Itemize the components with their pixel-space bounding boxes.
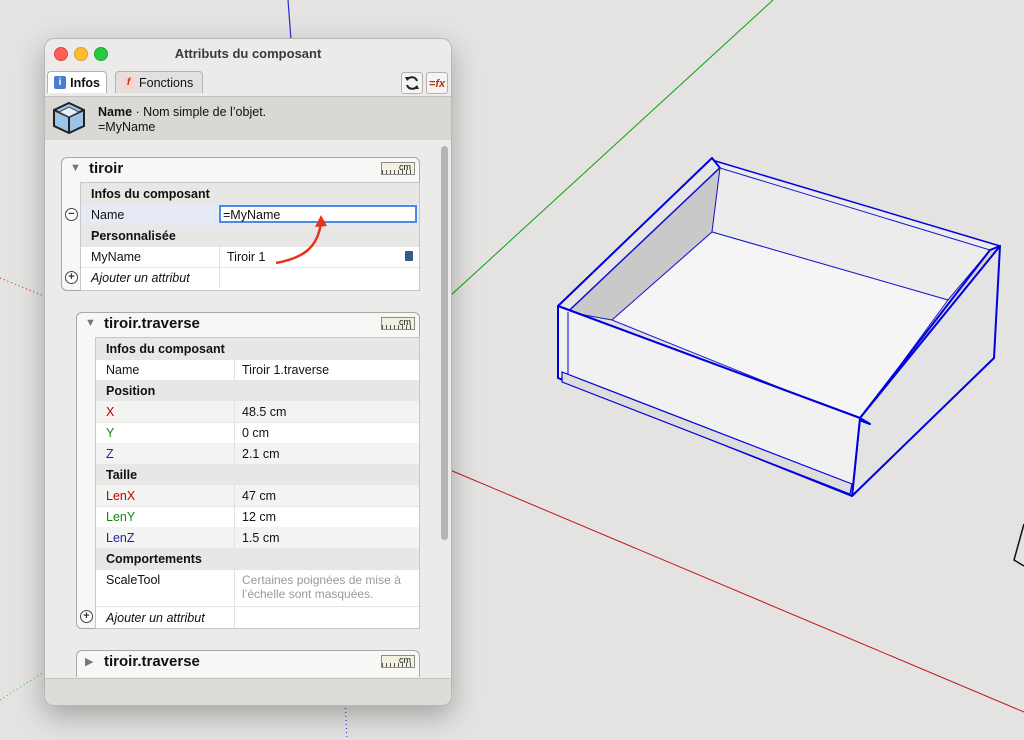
table-row[interactable]: LenY 12 cm <box>96 506 419 528</box>
fx-icon: =fx <box>428 78 446 90</box>
red-axis-line <box>449 469 1024 713</box>
vertical-scrollbar[interactable] <box>441 146 448 540</box>
section-title: Comportements <box>106 552 202 566</box>
attr-label: ScaleTool <box>106 573 161 587</box>
section-header: Comportements <box>96 548 419 570</box>
attribute-description: Name · Nom simple de l’objet. <box>98 105 266 119</box>
attr-value[interactable]: 47 cm <box>242 489 276 503</box>
add-attribute-label[interactable]: Ajouter un attribut <box>106 611 205 625</box>
attr-label: LenX <box>106 489 136 503</box>
table-row[interactable]: LenZ 1.5 cm <box>96 527 419 549</box>
ruler-cm-icon[interactable]: cm <box>381 655 415 668</box>
section-header: Taille <box>96 464 419 486</box>
attr-label: LenY <box>106 510 136 524</box>
window-title: Attributs du composant <box>174 46 322 61</box>
component-panel-tiroir-traverse-collapsed: ▶ tiroir.traverse cm <box>76 650 420 677</box>
attribute-name: Name <box>98 105 133 119</box>
table-row[interactable]: Z 2.1 cm <box>96 443 419 465</box>
functions-icon: f <box>122 76 135 89</box>
plus-circle-icon[interactable]: + <box>80 610 93 623</box>
attr-value[interactable]: 1.5 cm <box>242 531 280 545</box>
component-cube-icon <box>53 101 85 135</box>
attr-label: LenZ <box>106 531 135 545</box>
tab-infos[interactable]: i Infos <box>47 71 107 93</box>
red-axis-dotted <box>0 277 45 297</box>
tab-fonctions-label: Fonctions <box>139 75 194 90</box>
table-row[interactable]: Ajouter un attribut <box>96 607 419 628</box>
attr-value[interactable]: Certaines poignées de mise à l’échelle s… <box>242 573 414 601</box>
attr-label: Name <box>106 363 140 377</box>
component-name: tiroir.traverse <box>104 653 200 670</box>
bottom-bar <box>45 678 451 705</box>
component-attributes-window: Attributs du composant i Infos f Fonctio… <box>44 38 452 706</box>
attribute-info-header: Name · Nom simple de l’objet. =MyName <box>45 96 451 141</box>
table-row[interactable]: LenX 47 cm <box>96 485 419 507</box>
attribute-desc-text: · Nom simple de l’objet. <box>135 105 267 119</box>
ruler-cm-icon[interactable]: cm <box>381 317 415 330</box>
table-row[interactable]: ScaleTool Certaines poignées de mise à l… <box>96 569 419 607</box>
blue-axis-dotted <box>344 699 348 740</box>
tab-bar: i Infos f Fonctions =fx <box>45 69 451 95</box>
blue-axis-line <box>287 0 292 41</box>
attributes-content[interactable]: ▼ tiroir cm Infos du composant Name =MyN… <box>45 140 451 678</box>
section-title: Position <box>106 384 156 398</box>
attr-label: X <box>106 405 115 419</box>
refresh-icon <box>405 76 419 90</box>
attr-value[interactable]: 12 cm <box>242 510 276 524</box>
tab-infos-label: Infos <box>70 75 100 90</box>
attribute-table: Infos du composant Name Tiroir 1.travers… <box>95 337 420 629</box>
refresh-button[interactable] <box>401 72 423 94</box>
component-header[interactable]: ▶ tiroir.traverse cm <box>77 651 419 673</box>
annotation-arrow <box>275 215 327 265</box>
attr-value[interactable]: 48.5 cm <box>242 405 286 419</box>
section-title: Infos du composant <box>106 342 225 356</box>
attr-label: Y <box>106 426 115 440</box>
section-title: Taille <box>106 468 138 482</box>
section-header: Infos du composant <box>96 338 419 360</box>
scene-edge-fragment <box>1013 523 1024 567</box>
fx-button[interactable]: =fx <box>426 72 448 94</box>
info-icon: i <box>54 76 67 89</box>
attr-label: Z <box>106 447 114 461</box>
title-bar: Attributs du composant <box>45 39 451 67</box>
component-header[interactable]: ▼ tiroir.traverse cm <box>77 313 419 335</box>
attr-value[interactable]: 2.1 cm <box>242 447 280 461</box>
tab-fonctions[interactable]: f Fonctions <box>115 71 203 93</box>
drawer-model[interactable] <box>557 157 1001 497</box>
expand-triangle-icon[interactable]: ▶ <box>85 655 93 668</box>
table-row[interactable]: X 48.5 cm <box>96 401 419 423</box>
table-row[interactable]: Y 0 cm <box>96 422 419 444</box>
attr-value[interactable]: Tiroir 1.traverse <box>242 363 329 377</box>
component-name: tiroir.traverse <box>104 315 200 332</box>
collapse-triangle-icon[interactable]: ▼ <box>85 317 96 329</box>
green-axis-dotted <box>0 671 45 701</box>
attr-value[interactable]: 0 cm <box>242 426 269 440</box>
component-panel-tiroir-traverse: ▼ tiroir.traverse cm Infos du composant … <box>76 312 420 629</box>
attribute-formula: =MyName <box>98 120 156 134</box>
section-header: Position <box>96 380 419 402</box>
table-row[interactable]: Name Tiroir 1.traverse <box>96 359 419 381</box>
